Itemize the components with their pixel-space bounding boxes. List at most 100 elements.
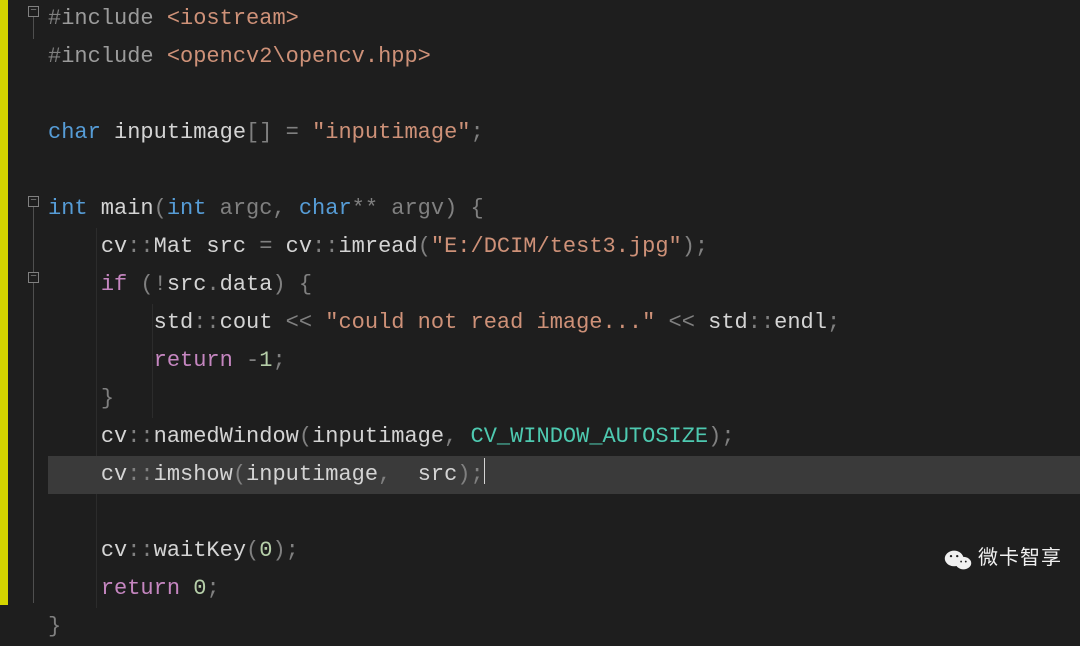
- token-punct: #: [48, 6, 61, 31]
- code-line[interactable]: return -1;: [48, 342, 1080, 380]
- token-identifier: cv: [101, 538, 127, 563]
- change-margin-bar: [0, 0, 8, 605]
- token-string: "inputimage": [312, 120, 470, 145]
- token-identifier: Mat src: [154, 234, 260, 259]
- token-kw-preproc: include: [61, 44, 167, 69]
- token-kw-type: int: [48, 196, 88, 221]
- code-line[interactable]: cv::imshow(inputimage, src);: [48, 456, 1080, 494]
- token-punct: ,: [272, 196, 298, 221]
- token-number: 0: [193, 576, 206, 601]
- token-punct: (: [246, 538, 259, 563]
- token-number: 1: [259, 348, 272, 373]
- code-line[interactable]: cv::namedWindow(inputimage, CV_WINDOW_AU…: [48, 418, 1080, 456]
- token-punct: [] =: [246, 120, 312, 145]
- token-string: <iostream>: [167, 6, 299, 31]
- token-punct: **: [352, 196, 392, 221]
- token-punct: <<: [655, 310, 708, 335]
- token-identifier: cv: [101, 462, 127, 487]
- code-line[interactable]: [48, 494, 1080, 532]
- token-kw-preproc: include: [61, 6, 167, 31]
- code-line[interactable]: int main(int argc, char** argv) {: [48, 190, 1080, 228]
- token-punct: }: [48, 614, 61, 639]
- code-editor[interactable]: − − − #include <iostream>#include <openc…: [0, 0, 1080, 605]
- token-punct: -: [233, 348, 259, 373]
- token-punct: ::: [127, 462, 153, 487]
- token-punct: ::: [748, 310, 774, 335]
- token-identifier: cout: [220, 310, 286, 335]
- wechat-icon: [944, 546, 972, 570]
- token-kw-type: int: [167, 196, 207, 221]
- token-string: "E:/DCIM/test3.jpg": [431, 234, 682, 259]
- token-identifier: inputimage: [312, 424, 444, 449]
- code-line-content: cv::imshow(inputimage, src);: [48, 462, 485, 487]
- token-identifier: std: [154, 310, 194, 335]
- token-punct: ::: [127, 538, 153, 563]
- token-identifier: inputimage: [246, 462, 378, 487]
- token-identifier: src: [167, 272, 207, 297]
- token-param: argc: [206, 196, 272, 221]
- indentation: [48, 272, 101, 297]
- token-func: namedWindow: [154, 424, 299, 449]
- text-cursor: [484, 458, 485, 484]
- token-func: imread: [338, 234, 417, 259]
- token-identifier: endl: [774, 310, 827, 335]
- fold-toggle-icon[interactable]: −: [28, 6, 39, 17]
- code-line[interactable]: [48, 76, 1080, 114]
- token-punct: );: [682, 234, 708, 259]
- token-punct: =: [259, 234, 285, 259]
- token-punct: (: [154, 196, 167, 221]
- token-kw-return: return: [101, 576, 180, 601]
- code-line[interactable]: [48, 152, 1080, 190]
- token-punct: (: [299, 424, 312, 449]
- code-line[interactable]: }: [48, 380, 1080, 418]
- indentation: [48, 576, 101, 601]
- token-param: argv: [391, 196, 444, 221]
- code-line[interactable]: return 0;: [48, 570, 1080, 608]
- code-line[interactable]: std::cout << "could not read image..." <…: [48, 304, 1080, 342]
- indentation: [48, 348, 154, 373]
- token-member: data: [220, 272, 273, 297]
- token-punct: }: [101, 386, 114, 411]
- token-identifier: cv: [286, 234, 312, 259]
- token-punct: ;: [471, 120, 484, 145]
- token-string: "could not read image...": [325, 310, 655, 335]
- token-punct: ::: [193, 310, 219, 335]
- indentation: [48, 462, 101, 487]
- token-punct: );: [457, 462, 483, 487]
- token-punct: [180, 576, 193, 601]
- fold-toggle-icon[interactable]: −: [28, 196, 39, 207]
- token-identifier: cv: [101, 424, 127, 449]
- token-punct: ;: [206, 576, 219, 601]
- token-kw-control: if: [101, 272, 127, 297]
- token-punct: ::: [312, 234, 338, 259]
- token-identifier: src: [418, 462, 458, 487]
- token-string: <opencv2\opencv.hpp>: [167, 44, 431, 69]
- code-line[interactable]: #include <opencv2\opencv.hpp>: [48, 38, 1080, 76]
- token-macro: CV_WINDOW_AUTOSIZE: [471, 424, 709, 449]
- token-kw-return: return: [154, 348, 233, 373]
- token-punct: ;: [272, 348, 285, 373]
- code-line[interactable]: cv::Mat src = cv::imread("E:/DCIM/test3.…: [48, 228, 1080, 266]
- token-identifier: std: [708, 310, 748, 335]
- code-line[interactable]: }: [48, 608, 1080, 646]
- indentation: [48, 310, 154, 335]
- indentation: [48, 386, 101, 411]
- code-line[interactable]: #include <iostream>: [48, 0, 1080, 38]
- code-line[interactable]: char inputimage[] = "inputimage";: [48, 114, 1080, 152]
- code-area[interactable]: #include <iostream>#include <opencv2\ope…: [40, 0, 1080, 605]
- code-line[interactable]: if (!src.data) {: [48, 266, 1080, 304]
- token-kw-type: char: [299, 196, 352, 221]
- fold-gutter[interactable]: − − −: [8, 0, 40, 605]
- token-punct: ,: [444, 424, 470, 449]
- indentation: [48, 234, 101, 259]
- token-identifier: inputimage: [101, 120, 246, 145]
- indentation: [48, 424, 101, 449]
- watermark-text: 微卡智享: [978, 539, 1062, 577]
- token-punct: (: [418, 234, 431, 259]
- token-func: main: [88, 196, 154, 221]
- token-punct: (: [233, 462, 246, 487]
- token-punct: ,: [378, 462, 418, 487]
- fold-toggle-icon[interactable]: −: [28, 272, 39, 283]
- watermark: 微卡智享: [944, 539, 1062, 577]
- code-line[interactable]: cv::waitKey(0);: [48, 532, 1080, 570]
